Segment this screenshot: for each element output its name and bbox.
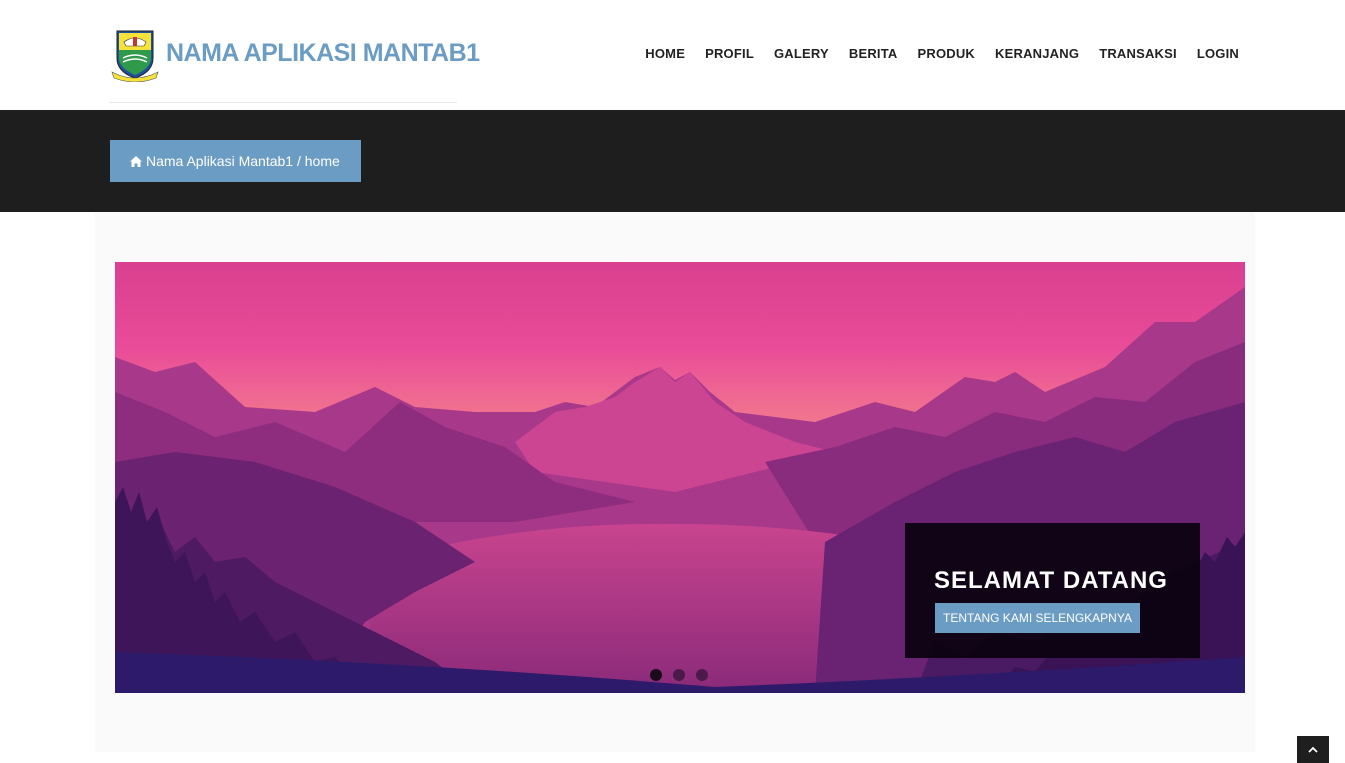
breadcrumb-bar: Nama Aplikasi Mantab1 / home [0,110,1345,212]
breadcrumb-text: Nama Aplikasi Mantab1 / home [146,153,340,169]
nav-home[interactable]: HOME [645,46,685,61]
brand-title[interactable]: NAMA APLIKASI MANTAB1 [166,39,480,68]
nav-login[interactable]: LOGIN [1197,46,1239,61]
slide-caption: SELAMAT DATANG TENTANG KAMI SELENGKAPNYA [905,523,1200,658]
slide-indicator-2[interactable] [673,669,685,681]
main-content: SELAMAT DATANG TENTANG KAMI SELENGKAPNYA [95,212,1255,752]
nav-produk[interactable]: PRODUK [917,46,975,61]
about-more-button[interactable]: TENTANG KAMI SELENGKAPNYA [935,603,1140,633]
caption-title: SELAMAT DATANG [934,567,1168,594]
slide-indicator-1[interactable] [650,669,662,681]
nav-profil[interactable]: PROFIL [705,46,754,61]
back-to-top-button[interactable] [1297,736,1329,763]
chevron-up-icon [1308,746,1318,753]
nav-berita[interactable]: BERITA [849,46,898,61]
nav-transaksi[interactable]: TRANSAKSI [1099,46,1177,61]
logo-emblem-icon [111,30,159,82]
main-nav: HOME PROFIL GALERY BERITA PRODUK KERANJA… [645,46,1239,61]
breadcrumb[interactable]: Nama Aplikasi Mantab1 / home [110,140,361,182]
nav-galery[interactable]: GALERY [774,46,829,61]
slider-indicators [650,669,719,681]
hero-slider[interactable]: SELAMAT DATANG TENTANG KAMI SELENGKAPNYA [115,262,1245,693]
nav-keranjang[interactable]: KERANJANG [995,46,1079,61]
site-header: NAMA APLIKASI MANTAB1 HOME PROFIL GALERY… [0,0,1345,110]
slide-indicator-3[interactable] [696,669,708,681]
home-icon [130,155,142,167]
brand[interactable]: NAMA APLIKASI MANTAB1 [110,28,480,103]
